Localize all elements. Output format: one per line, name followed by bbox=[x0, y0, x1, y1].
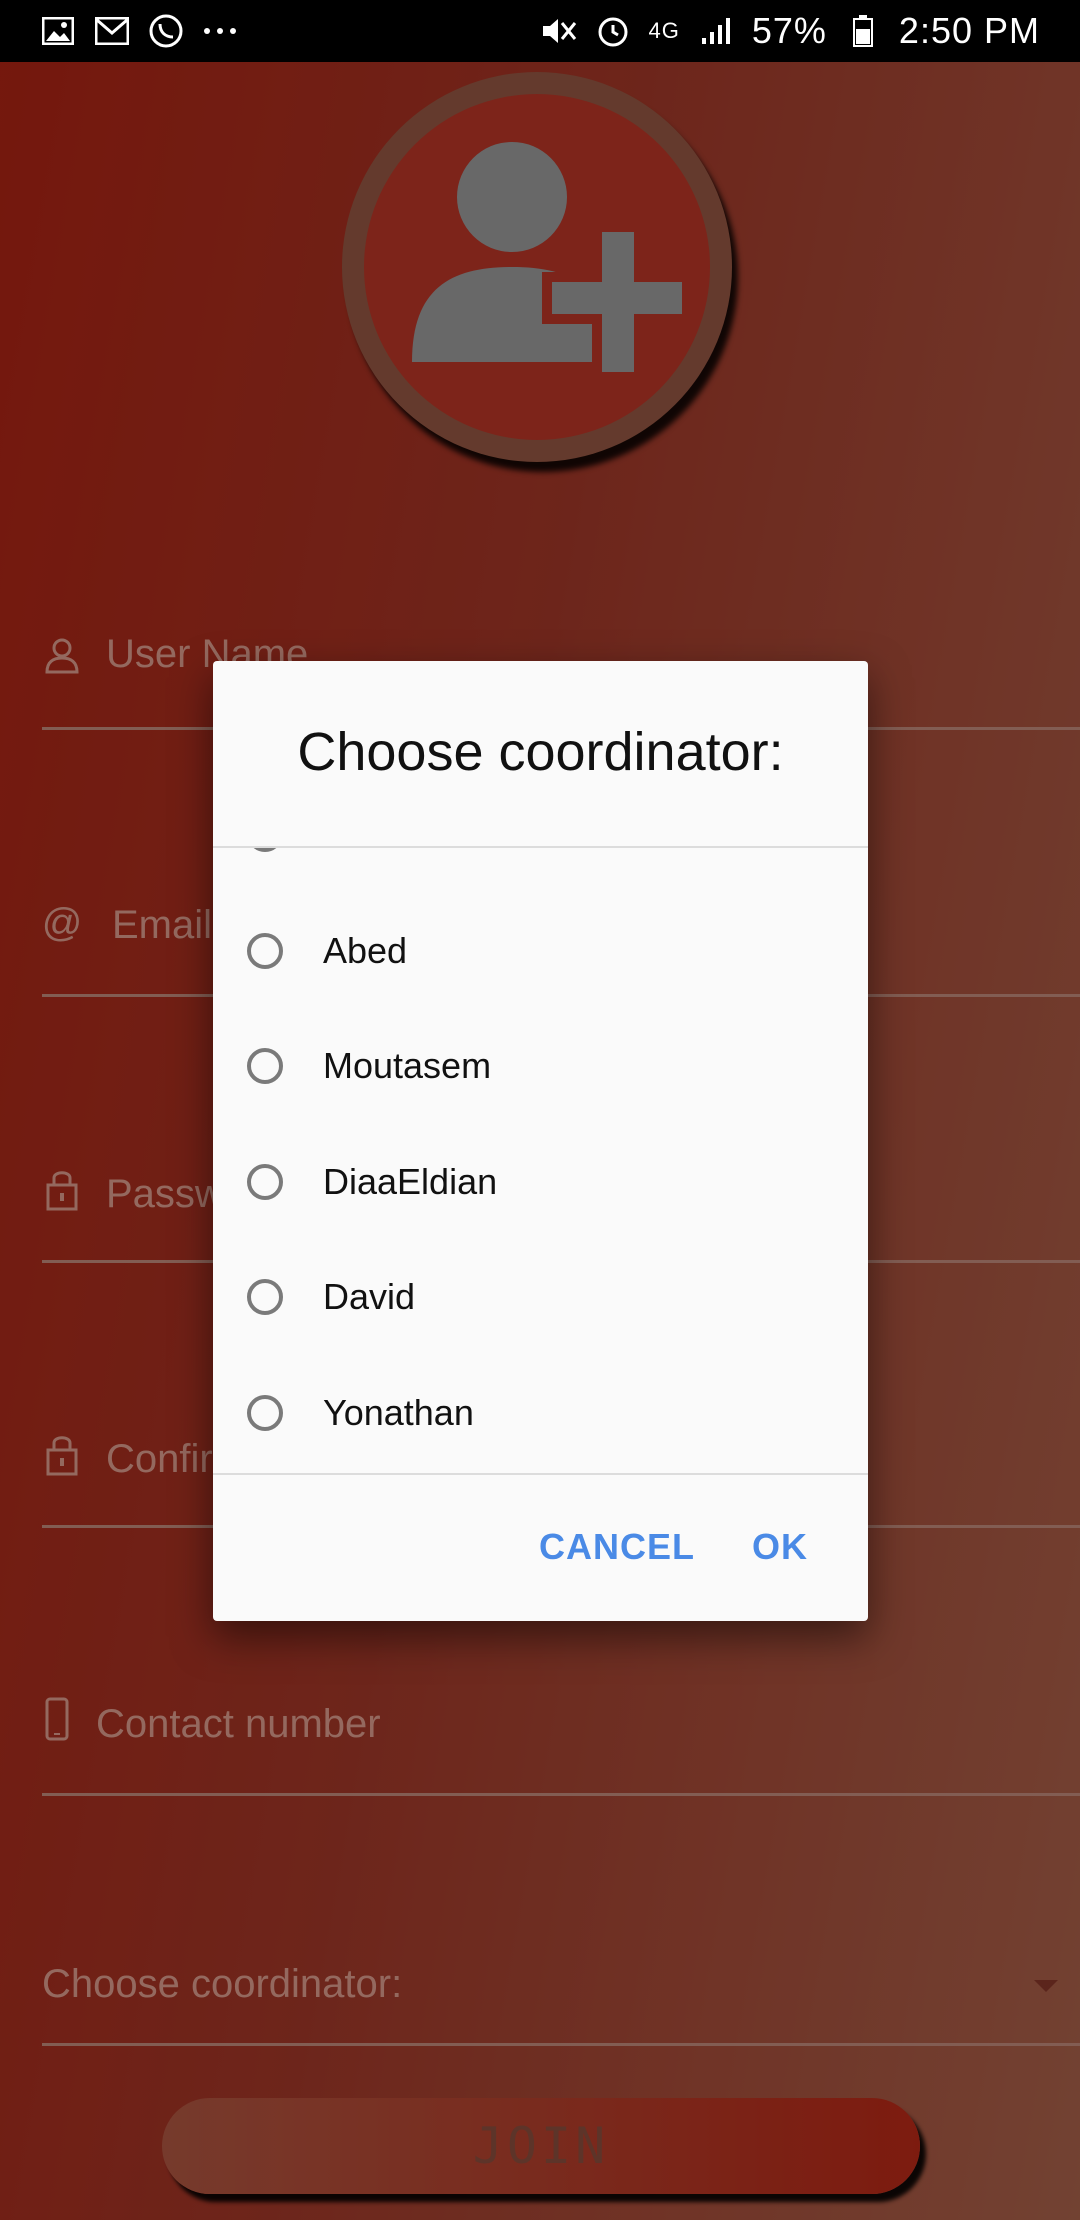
ok-button[interactable]: OK bbox=[752, 1517, 808, 1577]
gmail-icon bbox=[94, 13, 130, 49]
status-left bbox=[40, 13, 238, 49]
phone-call-icon bbox=[148, 13, 184, 49]
coordinator-option[interactable]: DiaaEldian bbox=[213, 1124, 868, 1239]
coordinator-option-label: Abed bbox=[323, 929, 408, 971]
coordinator-option[interactable]: Abed bbox=[213, 893, 868, 1008]
radio-button[interactable] bbox=[247, 1278, 283, 1315]
battery-percent: 57% bbox=[751, 10, 827, 51]
more-notifications-icon bbox=[202, 13, 238, 49]
status-right: 4G 57% 2:50 PM bbox=[541, 10, 1041, 52]
alarm-icon bbox=[595, 13, 631, 49]
cancel-button[interactable]: CANCEL bbox=[539, 1517, 695, 1577]
battery-icon bbox=[845, 13, 881, 49]
signal-icon bbox=[698, 13, 734, 49]
coordinator-option[interactable]: David bbox=[213, 1239, 868, 1354]
coordinator-option[interactable]: Yonathan bbox=[213, 1355, 868, 1470]
status-bar: 4G 57% 2:50 PM bbox=[0, 0, 1080, 62]
coordinator-option-label: Moutasem bbox=[323, 1044, 492, 1086]
status-time: 2:50 PM bbox=[898, 10, 1040, 51]
coordinator-option[interactable]: Moutasem bbox=[213, 1008, 868, 1123]
gallery-icon bbox=[40, 13, 76, 49]
radio-button[interactable] bbox=[247, 1394, 283, 1431]
radio-button[interactable] bbox=[247, 1163, 283, 1200]
coordinator-option-label: David bbox=[323, 1275, 416, 1317]
radio-button[interactable] bbox=[247, 932, 283, 969]
radio-button[interactable] bbox=[247, 848, 283, 852]
mute-icon bbox=[541, 13, 577, 49]
radio-button[interactable] bbox=[247, 1047, 283, 1084]
dialog-title: Choose coordinator: bbox=[297, 722, 784, 782]
choose-coordinator-dialog: Choose coordinator: Abed Moutasem DiaaEl… bbox=[213, 661, 868, 1621]
coordinator-option-partial[interactable] bbox=[213, 848, 868, 891]
coordinator-option-label: Yonathan bbox=[323, 1391, 474, 1433]
network-type: 4G bbox=[648, 18, 680, 43]
coordinator-option-label: DiaaEldian bbox=[323, 1160, 498, 1202]
dialog-actions: CANCEL OK bbox=[213, 1473, 868, 1621]
app-screen: 4G 57% 2:50 PM User Name @ Email Passw C… bbox=[0, 0, 1080, 2220]
